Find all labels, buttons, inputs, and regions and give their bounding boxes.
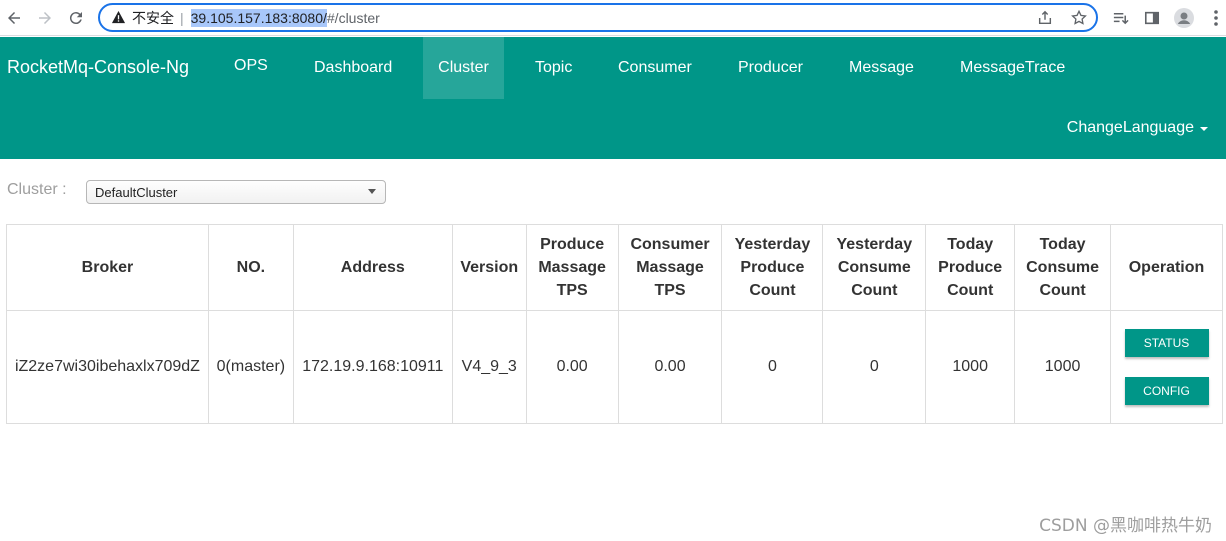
cell-today-consume: 1000	[1014, 310, 1112, 424]
side-panel-icon[interactable]	[1140, 6, 1164, 30]
table-row: iZ2ze7wi30ibehaxlx709dZ 0(master) 172.19…	[6, 310, 1223, 424]
back-arrow-icon[interactable]	[2, 6, 26, 30]
header-no: NO.	[207, 224, 294, 311]
cell-broker: iZ2ze7wi30ibehaxlx709dZ	[6, 310, 209, 424]
nav-dashboard[interactable]: Dashboard	[298, 37, 408, 99]
header-yesterday-produce: Yesterday Produce Count	[721, 224, 824, 311]
cell-version: V4_9_3	[451, 310, 527, 424]
table-header-row: Broker NO. Address Version Produce Massa…	[6, 224, 1223, 311]
header-operation: Operation	[1110, 224, 1223, 311]
nav-cluster[interactable]: Cluster	[423, 37, 504, 99]
url-host: 39.105.157.183:8080/	[190, 8, 327, 27]
nav-messagetrace[interactable]: MessageTrace	[944, 37, 1081, 99]
header-yesterday-consume: Yesterday Consume Count	[822, 224, 927, 311]
header-address: Address	[292, 224, 453, 311]
watermark-text: CSDN @黑咖啡热牛奶	[1039, 516, 1212, 536]
caret-down-icon	[1200, 127, 1208, 131]
insecure-label: 不安全	[132, 10, 174, 27]
cell-consumer-tps: 0.00	[617, 310, 723, 424]
nav-topic[interactable]: Topic	[519, 37, 588, 99]
url-path: #/cluster	[326, 9, 380, 26]
profile-avatar-icon[interactable]	[1172, 6, 1196, 30]
app-header: RocketMq-Console-Ng OPS Dashboard Cluste…	[0, 37, 1226, 159]
status-button[interactable]: STATUS	[1124, 329, 1209, 357]
dropdown-arrow-icon	[368, 189, 376, 194]
share-icon[interactable]	[1036, 9, 1054, 27]
header-today-produce: Today Produce Count	[925, 224, 1016, 311]
cluster-select-value: DefaultCluster	[95, 184, 178, 200]
browser-toolbar: 不安全 | 39.105.157.183:8080/ #/cluster	[0, 0, 1226, 36]
url-separator: |	[180, 9, 184, 26]
cell-address: 172.19.9.168:10911	[292, 310, 453, 424]
nav-producer[interactable]: Producer	[722, 37, 819, 99]
cluster-select[interactable]: DefaultCluster	[86, 180, 386, 204]
bookmark-star-icon[interactable]	[1070, 9, 1088, 27]
header-broker: Broker	[6, 224, 209, 311]
broker-table: Broker NO. Address Version Produce Massa…	[6, 224, 1223, 424]
cell-operation: STATUS CONFIG	[1110, 310, 1223, 424]
warning-triangle-icon	[110, 10, 126, 26]
nav-message[interactable]: Message	[833, 37, 930, 99]
header-produce-tps: Produce Massage TPS	[525, 224, 619, 311]
header-consumer-tps: Consumer Massage TPS	[617, 224, 723, 311]
nav-consumer[interactable]: Consumer	[602, 37, 708, 99]
header-today-consume: Today Consume Count	[1014, 224, 1112, 311]
cell-yesterday-produce: 0	[721, 310, 824, 424]
change-language-label: ChangeLanguage	[1066, 119, 1194, 136]
cell-no: 0(master)	[207, 310, 294, 424]
reading-list-icon[interactable]	[1108, 6, 1132, 30]
header-version: Version	[451, 224, 527, 311]
kebab-menu-icon[interactable]	[1204, 6, 1226, 30]
reload-icon[interactable]	[64, 6, 88, 30]
config-button[interactable]: CONFIG	[1124, 377, 1209, 405]
cell-yesterday-consume: 0	[822, 310, 927, 424]
forward-arrow-icon[interactable]	[33, 6, 57, 30]
nav-ops[interactable]: OPS	[218, 37, 284, 95]
cell-produce-tps: 0.00	[525, 310, 619, 424]
cluster-label: Cluster :	[7, 181, 67, 198]
brand-title[interactable]: RocketMq-Console-Ng	[7, 57, 189, 78]
change-language-dropdown[interactable]: ChangeLanguage	[1067, 119, 1208, 137]
cell-today-produce: 1000	[925, 310, 1016, 424]
address-bar[interactable]: 不安全 | 39.105.157.183:8080/ #/cluster	[98, 3, 1098, 32]
